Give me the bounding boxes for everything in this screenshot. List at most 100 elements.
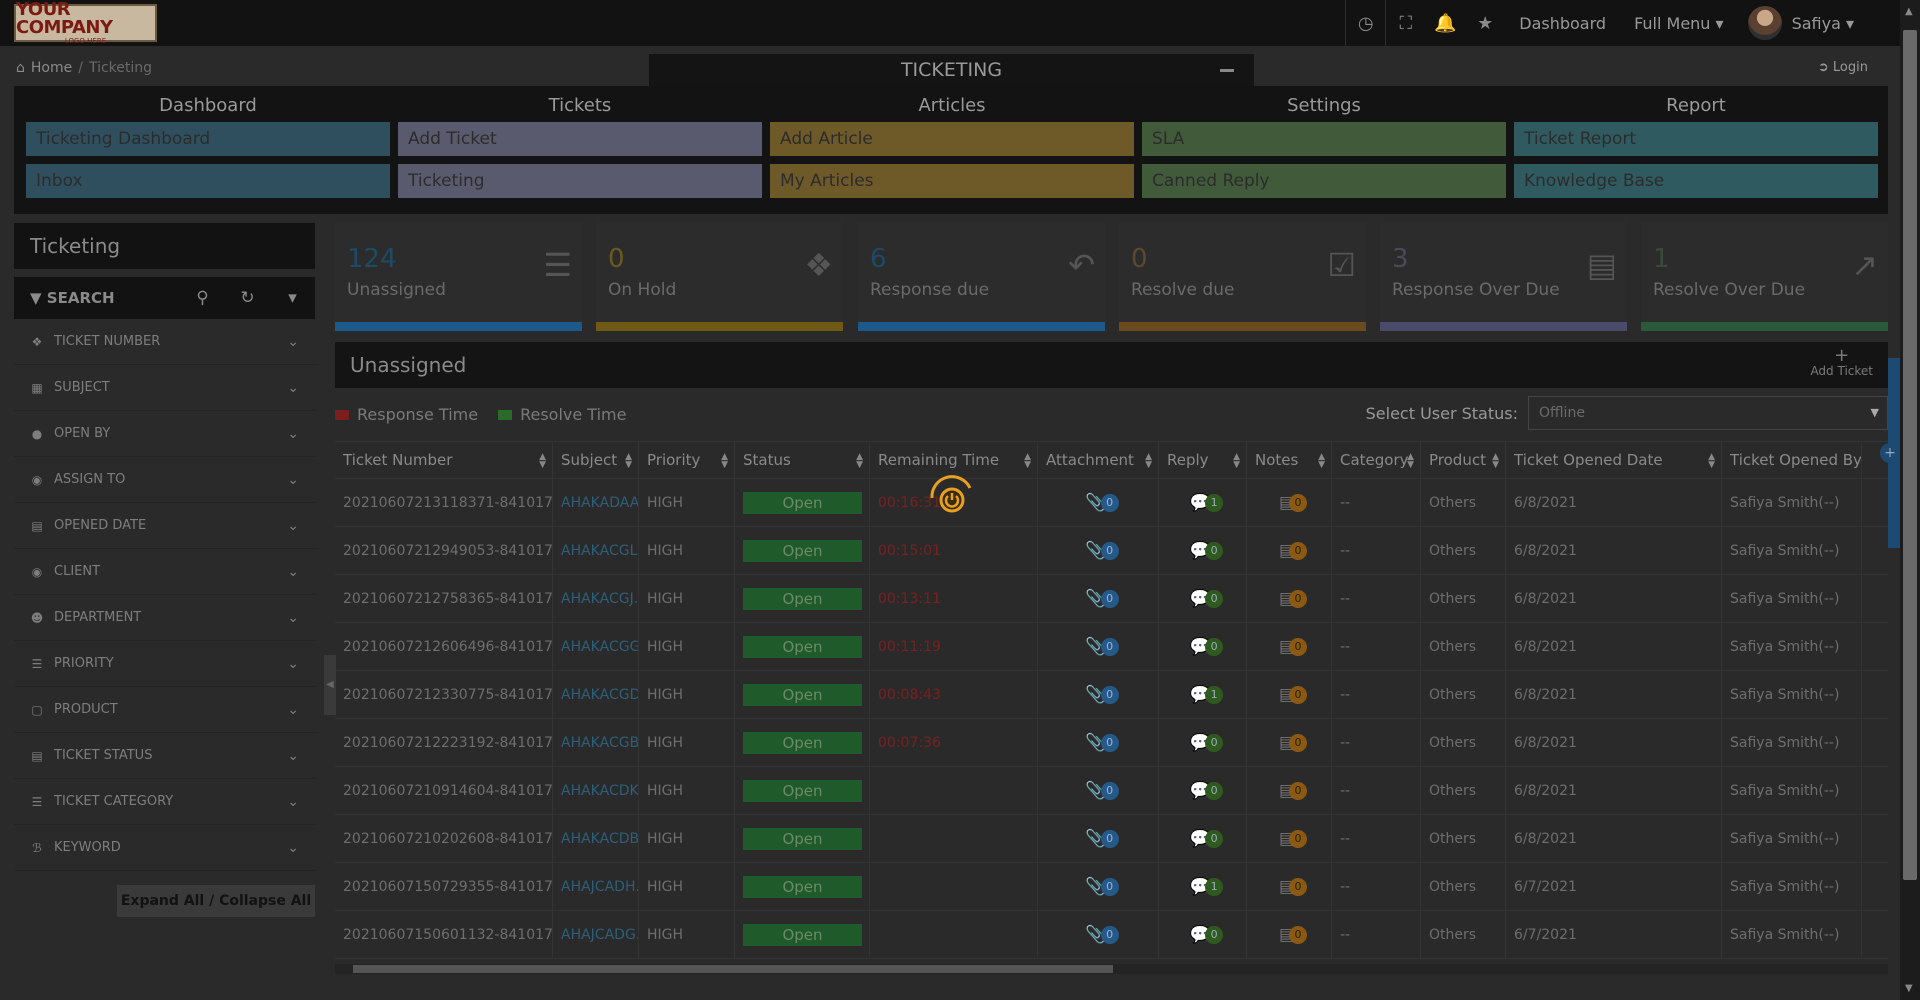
- column-header-status[interactable]: Status ▲ ▼: [735, 442, 870, 478]
- subject-link[interactable]: AHAJCADH..: [561, 879, 638, 895]
- scrollbar-thumb[interactable]: [353, 965, 1113, 973]
- table-row[interactable]: 20210607210914604-841017 AHAKACDK.. HIGH Op…: [335, 767, 1888, 815]
- menu-item-ticketing-dashboard[interactable]: Ticketing Dashboard: [26, 122, 390, 156]
- company-logo[interactable]: YOUR COMPANY LOGO HERE: [14, 1, 157, 45]
- table-row[interactable]: 20210607213118371-841017 AHAKADAA.. HIGH Op…: [335, 479, 1888, 527]
- menu-item-inbox[interactable]: Inbox: [26, 164, 390, 198]
- menu-item-add-ticket[interactable]: Add Ticket: [398, 122, 762, 156]
- minimize-icon[interactable]: [1220, 69, 1234, 72]
- subject-link[interactable]: AHAKACDK..: [561, 783, 638, 799]
- table-horizontal-scrollbar[interactable]: [335, 964, 1888, 974]
- stat-card-unassigned[interactable]: 124 Unassigned ☰: [335, 222, 582, 331]
- sort-icon[interactable]: ▲ ▼: [1708, 453, 1715, 470]
- bell-icon[interactable]: 🔔: [1425, 0, 1465, 46]
- breadcrumb-home[interactable]: Home: [31, 60, 72, 76]
- column-header-subject[interactable]: Subject ▲ ▼: [553, 442, 639, 478]
- column-header-ticket-opened-date[interactable]: Ticket Opened Date ▲ ▼: [1506, 442, 1722, 478]
- subject-link[interactable]: AHAJCADG..: [561, 927, 638, 943]
- stat-card-resolve-due[interactable]: 0 Resolve due ☑: [1119, 222, 1366, 331]
- filter-department[interactable]: ☻ DEPARTMENT ⌄: [14, 595, 315, 641]
- filter-open-by[interactable]: ● OPEN BY ⌄: [14, 411, 315, 457]
- filter-ticket-status[interactable]: ▤ TICKET STATUS ⌄: [14, 733, 315, 779]
- table-row[interactable]: 20210607212223192-841017 AHAKACGB.. HIGH Op…: [335, 719, 1888, 767]
- table-row[interactable]: 20210607212758365-841017 AHAKACGJ.. HIGH Op…: [335, 575, 1888, 623]
- column-header-reply[interactable]: Reply ▲ ▼: [1159, 442, 1247, 478]
- subject-link[interactable]: AHAKADAA..: [561, 495, 638, 511]
- menu-item-ticket-report[interactable]: Ticket Report: [1514, 122, 1878, 156]
- filter-ticket-number[interactable]: ❖ TICKET NUMBER ⌄: [14, 319, 315, 365]
- sort-icon[interactable]: ▲ ▼: [1492, 453, 1499, 470]
- filter-keyword[interactable]: ℬ KEYWORD ⌄: [14, 825, 315, 871]
- user-status-select[interactable]: Offline ▼: [1528, 396, 1888, 430]
- sort-icon[interactable]: ▲ ▼: [1145, 453, 1152, 470]
- search-icon[interactable]: ⚲: [180, 288, 225, 308]
- menu-item-add-article[interactable]: Add Article: [770, 122, 1134, 156]
- column-header-ticket-opened-by[interactable]: Ticket Opened By: [1722, 442, 1862, 478]
- search-toggle[interactable]: ▼ SEARCH: [14, 289, 180, 307]
- menu-item-canned-reply[interactable]: Canned Reply: [1142, 164, 1506, 198]
- dashboard-link[interactable]: Dashboard: [1505, 14, 1620, 33]
- scrollbar-thumb[interactable]: [1903, 30, 1917, 880]
- clock-icon[interactable]: ◷: [1345, 0, 1385, 46]
- table-row[interactable]: 20210607150601132-841017 AHAJCADG.. HIGH Op…: [335, 911, 1888, 959]
- sort-icon[interactable]: ▲ ▼: [856, 453, 863, 470]
- star-icon[interactable]: ★: [1465, 0, 1505, 46]
- table-row[interactable]: 20210607212949053-841017 AHAKACGL.. HIGH Op…: [335, 527, 1888, 575]
- expand-collapse-button[interactable]: Expand All / Collapse All: [117, 885, 315, 917]
- stat-card-resolve-over-due[interactable]: 1 Resolve Over Due ↗: [1641, 222, 1888, 331]
- column-header-ticket-number[interactable]: Ticket Number ▲ ▼: [335, 442, 553, 478]
- home-icon[interactable]: ⌂: [16, 60, 25, 76]
- table-row[interactable]: 20210607210202608-841017 AHAKACDB.. HIGH Op…: [335, 815, 1888, 863]
- add-ticket-button[interactable]: + Add Ticket: [1810, 347, 1873, 379]
- sort-icon[interactable]: ▲ ▼: [1233, 453, 1240, 470]
- sort-icon[interactable]: ▲ ▼: [1407, 453, 1414, 470]
- filter-opened-date[interactable]: ▤ OPENED DATE ⌄: [14, 503, 315, 549]
- login-link[interactable]: ➲ Login: [1818, 60, 1868, 75]
- filter-priority[interactable]: ☰ PRIORITY ⌄: [14, 641, 315, 687]
- scroll-down-icon[interactable]: ▼: [1905, 983, 1913, 994]
- column-header-product[interactable]: Product ▲ ▼: [1421, 442, 1506, 478]
- side-plus-icon[interactable]: +: [1880, 443, 1900, 463]
- fullscreen-icon[interactable]: ⛶: [1385, 0, 1425, 46]
- subject-link[interactable]: AHAKACGJ..: [561, 591, 638, 607]
- stat-card-response-due[interactable]: 6 Response due ↶: [858, 222, 1105, 331]
- menu-item-knowledge-base[interactable]: Knowledge Base: [1514, 164, 1878, 198]
- sort-icon[interactable]: ▲ ▼: [1318, 453, 1325, 470]
- column-header-notes[interactable]: Notes ▲ ▼: [1247, 442, 1332, 478]
- cell-subject: AHAKACGD..: [553, 671, 639, 718]
- stat-value: 1: [1653, 244, 1670, 274]
- filter-assign-to[interactable]: ◉ ASSIGN TO ⌄: [14, 457, 315, 503]
- subject-link[interactable]: AHAKACDB..: [561, 831, 638, 847]
- stat-label: Resolve Over Due: [1653, 280, 1806, 300]
- table-row[interactable]: 20210607150729355-841017 AHAJCADH.. HIGH Op…: [335, 863, 1888, 911]
- user-menu[interactable]: Safiya ▾: [1738, 6, 1900, 40]
- menu-item-my-articles[interactable]: My Articles: [770, 164, 1134, 198]
- menu-item-ticketing[interactable]: Ticketing: [398, 164, 762, 198]
- menu-item-sla[interactable]: SLA: [1142, 122, 1506, 156]
- column-header-priority[interactable]: Priority ▲ ▼: [639, 442, 735, 478]
- filter-product[interactable]: ▢ PRODUCT ⌄: [14, 687, 315, 733]
- chevron-down-icon[interactable]: ▾: [270, 288, 315, 308]
- stat-card-on-hold[interactable]: 0 On Hold ❖: [596, 222, 843, 331]
- sort-icon[interactable]: ▲ ▼: [625, 453, 632, 470]
- table-row[interactable]: 20210607212330775-841017 AHAKACGD.. HIGH Op…: [335, 671, 1888, 719]
- filter-client[interactable]: ◉ CLIENT ⌄: [14, 549, 315, 595]
- filter-subject[interactable]: ▦ SUBJECT ⌄: [14, 365, 315, 411]
- filter-ticket-category[interactable]: ☰ TICKET CATEGORY ⌄: [14, 779, 315, 825]
- subject-link[interactable]: AHAKACGG..: [561, 639, 638, 655]
- sort-icon[interactable]: ▲ ▼: [1024, 453, 1031, 470]
- refresh-icon[interactable]: ↻: [225, 288, 270, 308]
- cell-opened-by: Safiya Smith(--): [1722, 719, 1862, 766]
- table-row[interactable]: 20210607212606496-841017 AHAKACGG.. HIGH Op…: [335, 623, 1888, 671]
- full-menu-dropdown[interactable]: Full Menu ▾: [1620, 14, 1738, 33]
- scroll-up-icon[interactable]: ▲: [1905, 6, 1913, 17]
- sort-icon[interactable]: ▲ ▼: [721, 453, 728, 470]
- subject-link[interactable]: AHAKACGB..: [561, 735, 638, 751]
- sort-icon[interactable]: ▲ ▼: [539, 453, 546, 470]
- column-header-attachment[interactable]: Attachment ▲ ▼: [1038, 442, 1159, 478]
- stat-card-response-over-due[interactable]: 3 Response Over Due ▤: [1380, 222, 1627, 331]
- subject-link[interactable]: AHAKACGD..: [561, 687, 638, 703]
- column-header-category[interactable]: Category ▲ ▼: [1332, 442, 1421, 478]
- subject-link[interactable]: AHAKACGL..: [561, 543, 638, 559]
- page-scrollbar[interactable]: ▲ ▼: [1900, 0, 1920, 1000]
